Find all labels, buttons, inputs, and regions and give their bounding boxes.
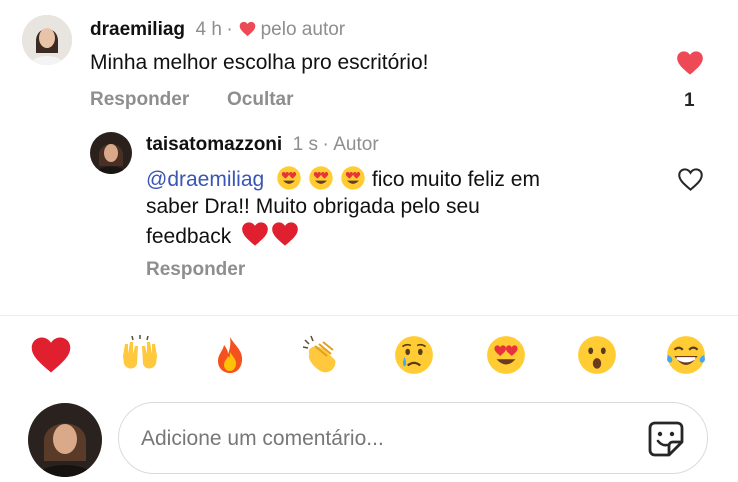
reply-like-heart-icon[interactable] [677,167,704,197]
liked-by-author-label: pelo autor [260,19,346,40]
reply-time: 1 s [292,134,319,155]
heart-eyes-face-emoji-icon[interactable] [485,334,527,376]
reply-reply-button[interactable]: Responder [146,259,245,281]
comment-like-count[interactable]: 1 [684,90,695,112]
clapping-hands-emoji-icon[interactable] [301,334,343,376]
reply-header: taisatomazzoni 1 s · Autor [146,134,379,156]
raising-hands-emoji-icon[interactable] [119,334,161,376]
comment-like-heart-icon[interactable] [676,50,704,81]
liked-by-author-heart-icon [239,21,256,42]
avatar-taisatomazzoni[interactable] [90,132,132,174]
reply-text-line-2: saber Dra!! Muito obrigada pelo seu [146,195,480,218]
avatar-draemiliag[interactable] [22,15,72,65]
sticker-icon[interactable] [647,420,685,463]
fire-emoji-icon[interactable] [209,334,251,376]
reply-text-line-3: feedback [146,225,232,248]
reply-username[interactable]: taisatomazzoni [146,134,282,155]
comment-time: 4 h [195,19,222,40]
red-heart-emoji-icon[interactable] [30,334,72,376]
reply-text-line-1: fico muito feliz em [371,168,540,191]
reply-mention-link[interactable]: @draemiliag [146,168,264,191]
red-heart-emoji-icon [241,221,269,255]
comment-input-placeholder: Adicione um comentário... [141,427,384,450]
reply-dot: · [322,134,329,155]
divider [0,315,738,316]
current-user-avatar[interactable] [28,403,102,477]
comment-username[interactable]: draemiliag [90,19,185,40]
red-heart-emoji-icon [271,221,299,255]
comment-text: Minha melhor escolha pro escritório! [90,51,429,74]
laughing-tears-face-emoji-icon[interactable] [665,334,707,376]
comment-header: draemiliag 4 h · pelo autor [90,19,345,42]
reply-author-badge: Autor [333,134,379,155]
comment-dot: · [226,19,233,40]
reply-line-3: feedback [146,221,299,255]
astonished-face-emoji-icon[interactable] [576,334,618,376]
comment-reply-button[interactable]: Responder [90,89,189,111]
crying-face-emoji-icon[interactable] [393,334,435,376]
comment-input[interactable]: Adicione um comentário... [118,402,708,474]
comment-hide-button[interactable]: Ocultar [227,89,294,111]
